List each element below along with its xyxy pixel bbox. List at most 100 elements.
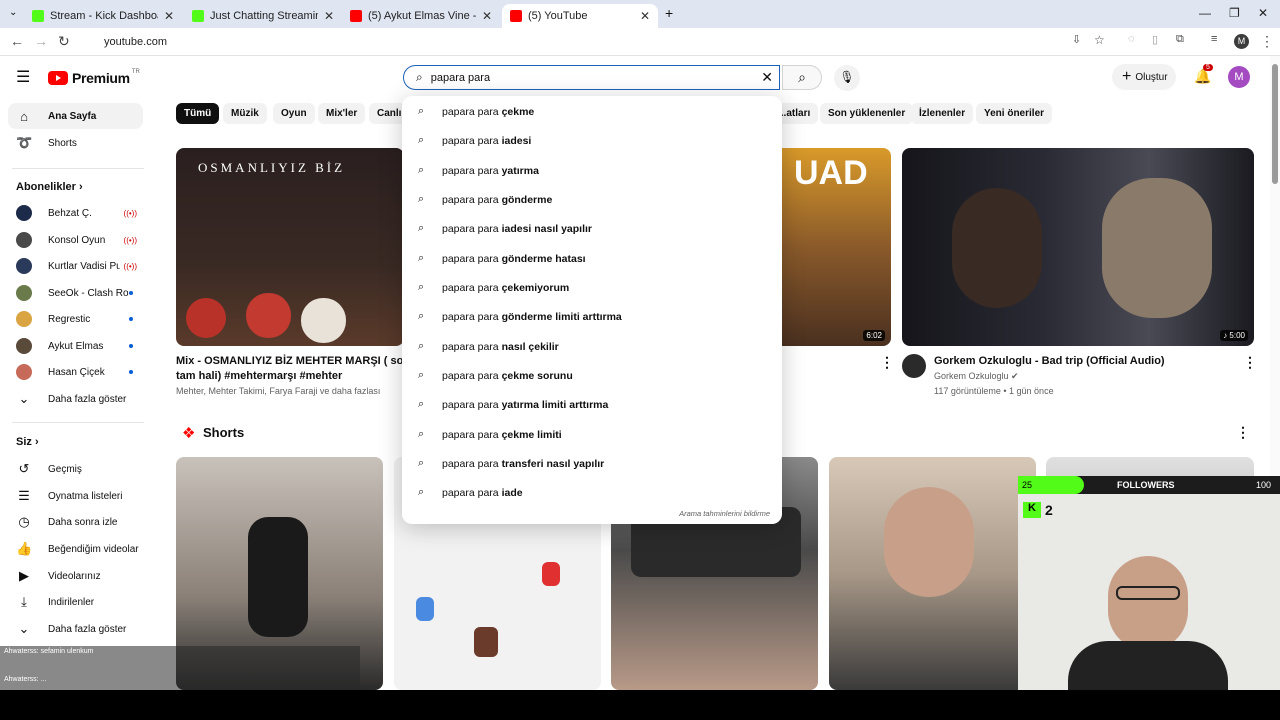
reload-icon[interactable]: ↻ — [58, 33, 70, 50]
close-icon[interactable]: ✕ — [640, 9, 650, 23]
suggestion-item[interactable]: ⌕ papara para yatırma — [402, 156, 782, 185]
led-red-shape — [542, 562, 560, 586]
sidebar-item-playlists[interactable]: ☰ Oynatma listeleri — [8, 483, 143, 509]
reading-list-icon[interactable]: ≡ — [1211, 33, 1217, 45]
account-avatar[interactable]: M — [1228, 66, 1250, 88]
you-heading[interactable]: Siz › — [16, 436, 39, 448]
search-button[interactable]: ⌕ — [782, 65, 822, 90]
sidebar-item-history[interactable]: ↺ Geçmiş — [8, 456, 143, 482]
suggestion-item[interactable]: ⌕ papara para nasıl çekilir — [402, 332, 782, 361]
kick-icon: K — [1023, 502, 1041, 518]
install-icon[interactable]: ⇩ — [1072, 33, 1081, 46]
voice-search-button[interactable]: 🎙 — [834, 65, 860, 91]
search-icon: ⌕ — [418, 164, 425, 176]
chip-recently-uploaded[interactable]: Son yüklenenler — [820, 103, 914, 124]
suggestion-item[interactable]: ⌕ papara para iadesi — [402, 126, 782, 155]
chip-new-to-you[interactable]: Yeni öneriler — [976, 103, 1053, 124]
close-window-icon[interactable]: ✕ — [1258, 6, 1268, 20]
close-icon[interactable]: ✕ — [482, 9, 492, 23]
sidebar-item-subscription[interactable]: Behzat Ç. ((•)) — [8, 200, 143, 226]
chevron-right-icon: › — [78, 181, 83, 193]
sidebar-item-watch-later[interactable]: ◷ Daha sonra izle — [8, 509, 143, 535]
video-thumbnail[interactable]: OSMANLIYIZ BİZ — [176, 148, 404, 346]
video-thumbnail[interactable]: UAD 6:02 — [770, 148, 891, 346]
more-options-icon[interactable]: ⋮ — [1243, 354, 1257, 371]
video-title[interactable]: Mix - OSMANLIYIZ BİZ MEHTER MARŞI ( son … — [176, 354, 404, 384]
search-input[interactable]: ⌕ papara para ✕ — [403, 65, 780, 90]
create-button[interactable]: + Oluştur — [1112, 64, 1176, 90]
chip-all[interactable]: Tümü — [176, 103, 220, 124]
extension-icon[interactable]: ◌ — [1128, 33, 1135, 45]
url-field[interactable]: youtube.com — [84, 31, 1074, 53]
notifications-button[interactable]: 🔔 5 — [1194, 64, 1213, 85]
sidebar-item-subscription[interactable]: Kurtlar Vadisi Pu... ((•)) — [8, 253, 143, 279]
channel-name[interactable]: Gorkem Ozkuloglu ✔ — [934, 371, 1019, 382]
suggestion-item[interactable]: ⌕ papara para transferi nasıl yapılır — [402, 449, 782, 478]
sidebar-item-liked-videos[interactable]: 👍 Beğendiğim videolar — [8, 536, 143, 562]
suggestion-item[interactable]: ⌕ papara para gönderme — [402, 185, 782, 214]
kebab-menu-icon[interactable]: ⋮ — [1260, 33, 1274, 50]
forward-icon[interactable]: → — [34, 33, 48, 49]
sidebar-item-downloads[interactable]: ⤓ İndirilenler — [8, 589, 143, 615]
profile-avatar[interactable]: M — [1234, 34, 1249, 49]
search-icon: ⌕ — [418, 340, 425, 352]
tab-aykut-elmas-vine[interactable]: (5) Aykut Elmas Vine - Babadan ✕ — [342, 4, 500, 28]
sidebar-show-more-subs[interactable]: ⌄ Daha fazla göster — [8, 386, 143, 412]
tab-kick-just-chatting[interactable]: Just Chatting Streaming - Live ✕ — [184, 4, 342, 28]
suggestion-item[interactable]: ⌕ papara para iadesi nasıl yapılır — [402, 214, 782, 243]
sidebar-item-shorts[interactable]: ➰ Shorts — [8, 130, 143, 156]
suggestion-item[interactable]: ⌕ papara para gönderme limiti arttırma — [402, 302, 782, 331]
suggestion-item[interactable]: ⌕ papara para çekme limiti — [402, 420, 782, 449]
scrollbar-thumb[interactable] — [1272, 64, 1278, 184]
clear-search-icon[interactable]: ✕ — [761, 69, 773, 86]
subscriptions-heading[interactable]: Abonelikler › — [16, 181, 83, 193]
suggestion-item[interactable]: ⌕ papara para yatırma limiti arttırma — [402, 390, 782, 419]
more-options-icon[interactable]: ⋮ — [1236, 424, 1250, 441]
video-title[interactable]: Gorkem Ozkuloglu - Bad trip (Official Au… — [934, 354, 1234, 369]
sidebar-item-subscription[interactable]: Regrestic — [8, 306, 143, 332]
home-icon: ⌂ — [20, 108, 28, 124]
puzzle-icon[interactable]: ⧉ — [1176, 33, 1184, 46]
sidebar-item-subscription[interactable]: Konsol Oyun ((•)) — [8, 227, 143, 253]
face-shape — [952, 188, 1042, 308]
sidebar-item-home[interactable]: ⌂ Ana Sayfa — [8, 103, 143, 129]
webcam-overlay: K 2 — [1018, 476, 1280, 690]
channel-avatar[interactable] — [902, 354, 926, 378]
sidebar-item-subscription[interactable]: Hasan Çiçek — [8, 359, 143, 385]
suggestion-item[interactable]: ⌕ papara para iade — [402, 478, 782, 507]
shorts-logo-icon: ❖ — [182, 425, 196, 442]
bookmark-star-icon[interactable]: ☆ — [1094, 33, 1105, 47]
suggestion-item[interactable]: ⌕ papara para çekme sorunu — [402, 361, 782, 390]
short-thumbnail[interactable] — [829, 457, 1036, 690]
chevron-down-icon: ⌄ — [18, 391, 30, 406]
more-options-icon[interactable]: ⋮ — [880, 354, 894, 371]
chip-music[interactable]: Müzik — [223, 103, 267, 124]
sidebar-item-subscription[interactable]: Aykut Elmas — [8, 333, 143, 359]
report-predictions-link[interactable]: Arama tahminlerini bildirme — [679, 509, 770, 518]
tab-kick-dashboard[interactable]: Stream - Kick Dashboard ✕ — [24, 4, 182, 28]
sidebar-item-your-videos[interactable]: ▶ Videolarınız — [8, 563, 143, 589]
history-icon: ↺ — [18, 461, 30, 476]
tab-youtube[interactable]: (5) YouTube ✕ — [502, 4, 658, 28]
minimize-icon[interactable]: — — [1199, 6, 1211, 20]
suggestion-item[interactable]: ⌕ papara para gönderme hatası — [402, 244, 782, 273]
chip-watched[interactable]: İzlenenler — [911, 103, 974, 124]
video-thumbnail[interactable]: ♪ 5:00 — [902, 148, 1254, 346]
youtube-icon — [510, 10, 522, 22]
hamburger-icon[interactable]: ☰ — [16, 67, 30, 87]
suggestion-item[interactable]: ⌕ papara para çekemiyorum — [402, 273, 782, 302]
sidebar-show-more-you[interactable]: ⌄ Daha fazla göster — [8, 616, 143, 642]
restore-icon[interactable]: ❐ — [1229, 6, 1240, 20]
youtube-premium-logo[interactable]: Premium TR — [48, 69, 140, 86]
tab-search-icon[interactable]: ⌄ — [9, 7, 17, 18]
extension-icon-2[interactable]: ▯ — [1152, 33, 1158, 46]
chip-mixes[interactable]: Mix'ler — [318, 103, 366, 124]
sidebar-item-subscription[interactable]: SeeOk - Clash Ro... — [8, 280, 143, 306]
search-icon: ⌕ — [418, 486, 425, 498]
chip-gaming[interactable]: Oyun — [273, 103, 315, 124]
suggestion-item[interactable]: ⌕ papara para çekme — [402, 97, 782, 126]
close-icon[interactable]: ✕ — [164, 9, 174, 23]
new-tab-icon[interactable]: + — [665, 5, 673, 21]
back-icon[interactable]: ← — [10, 33, 24, 49]
close-icon[interactable]: ✕ — [324, 9, 334, 23]
